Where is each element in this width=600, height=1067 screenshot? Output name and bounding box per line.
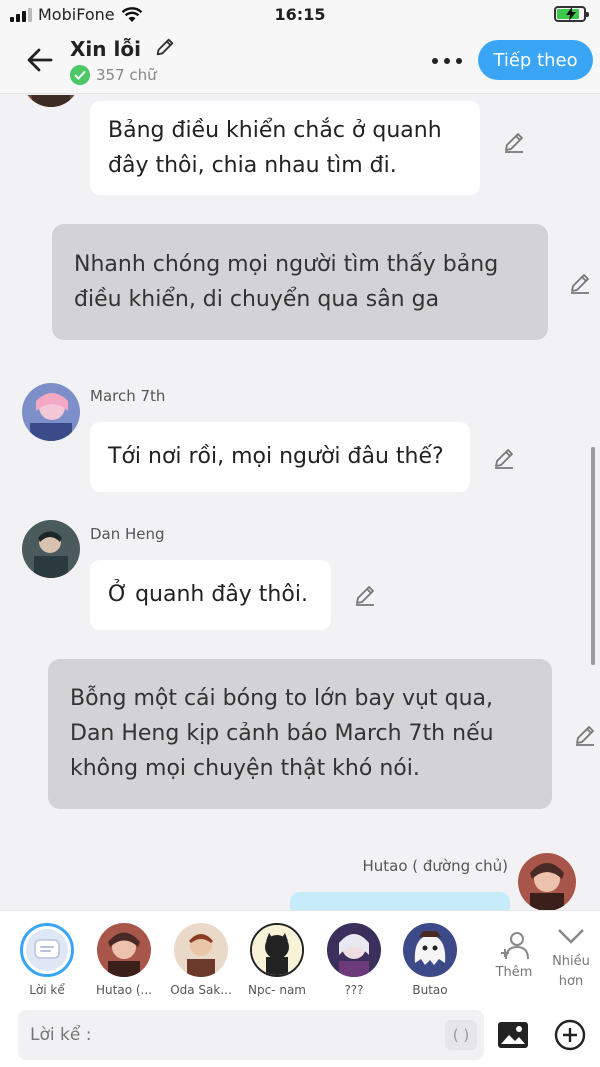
edit-message-icon[interactable] xyxy=(353,583,377,607)
message-bubble[interactable]: Bảng điều khiển chắc ở quanh đây thôi, c… xyxy=(90,101,480,195)
avatar-top[interactable] xyxy=(22,95,80,107)
avatar-hutao[interactable] xyxy=(518,853,576,910)
edit-message-icon[interactable] xyxy=(502,130,526,154)
avatar xyxy=(327,923,381,977)
edit-message-icon[interactable] xyxy=(492,446,516,470)
edit-message-icon[interactable] xyxy=(568,271,592,295)
input-bar: ( ) xyxy=(0,1002,600,1067)
avatar xyxy=(174,923,228,977)
character-label: Npc- nam xyxy=(248,983,306,997)
message-bubble[interactable]: Tới nơi rồi, mọi người đâu thế? xyxy=(90,422,470,492)
edit-message-icon[interactable] xyxy=(573,723,597,747)
character-unknown[interactable]: ??? xyxy=(314,923,394,997)
avatar-march-7th[interactable] xyxy=(22,383,80,441)
character-npc-nam[interactable]: Npc- nam xyxy=(237,923,317,997)
narration-line: Dan Heng kịp cảnh báo March 7th nếu xyxy=(70,721,494,746)
message-bubble-partial[interactable] xyxy=(290,892,510,910)
narration-line: Nhanh chóng mọi người tìm thấy bảng xyxy=(74,252,499,277)
avatar xyxy=(250,923,304,977)
status-bar: MobiFone 16:15 xyxy=(0,0,600,30)
message-input[interactable] xyxy=(18,1010,484,1060)
message-line: Tới nơi rồi, mọi người đâu thế? xyxy=(108,444,444,469)
add-character-button[interactable]: Thêm xyxy=(484,929,544,980)
add-icon[interactable] xyxy=(554,1019,586,1051)
back-arrow-icon[interactable] xyxy=(24,44,56,76)
avatar xyxy=(403,923,457,977)
character-label: Oda Sak... xyxy=(170,983,232,997)
speaker-name: Dan Heng xyxy=(90,525,165,543)
avatar xyxy=(97,923,151,977)
word-count-label: 357 chữ xyxy=(96,66,157,84)
word-count: 357 chữ xyxy=(70,65,176,85)
edit-title-icon[interactable] xyxy=(154,36,176,58)
narration-line: Bỗng một cái bóng to lớn bay vụt qua, xyxy=(70,686,493,711)
check-icon xyxy=(70,65,90,85)
next-button[interactable]: Tiếp theo xyxy=(478,40,593,80)
clock: 16:15 xyxy=(274,5,326,24)
more-characters-button[interactable]: Nhiều hơn xyxy=(544,927,598,992)
message-line: Ở quanh đây thôi. xyxy=(108,582,308,607)
narration-bubble[interactable]: Bỗng một cái bóng to lớn bay vụt qua, Da… xyxy=(48,659,552,809)
character-label: Butao xyxy=(412,983,448,997)
chat-area[interactable]: Bảng điều khiển chắc ở quanh đây thôi, c… xyxy=(0,95,600,910)
speaker-name: Hutao ( đường chủ) xyxy=(362,857,508,875)
narrator-icon xyxy=(20,923,74,977)
battery-icon xyxy=(554,6,589,22)
more-label: Nhiều xyxy=(552,954,590,969)
character-label: Lời kể xyxy=(29,983,65,997)
character-label: Hutao (... xyxy=(96,983,152,997)
character-label: ??? xyxy=(344,983,364,997)
add-character-label: Thêm xyxy=(495,965,533,980)
message-line: đây thôi, chia nhau tìm đi. xyxy=(108,153,397,178)
parenthesis-button[interactable]: ( ) xyxy=(445,1020,477,1050)
character-butao[interactable]: Butao xyxy=(390,923,470,997)
image-icon[interactable] xyxy=(497,1021,529,1049)
narration-line: điều khiển, di chuyển qua sân ga xyxy=(74,287,440,312)
character-picker: Lời kể Hutao (... Oda Sak... Npc- nam ??… xyxy=(0,910,600,1002)
character-hutao[interactable]: Hutao (... xyxy=(84,923,164,997)
more-options-icon[interactable] xyxy=(432,58,462,64)
narration-line: không mọi chuyện thật khó nói. xyxy=(70,756,420,781)
chevron-down-icon xyxy=(558,929,584,944)
avatar-dan-heng[interactable] xyxy=(22,520,80,578)
more-label: hơn xyxy=(558,974,584,989)
story-title[interactable]: Xin lỗi xyxy=(70,37,141,61)
message-bubble[interactable]: Ở quanh đây thôi. xyxy=(90,560,331,630)
message-line: Bảng điều khiển chắc ở quanh xyxy=(108,118,442,143)
add-person-icon xyxy=(501,932,529,960)
character-narrator[interactable]: Lời kể xyxy=(7,923,87,997)
speaker-name: March 7th xyxy=(90,387,166,405)
story-header: Xin lỗi 357 chữ Tiếp theo xyxy=(0,30,600,94)
narration-bubble[interactable]: Nhanh chóng mọi người tìm thấy bảng điều… xyxy=(52,224,548,340)
character-oda-sak[interactable]: Oda Sak... xyxy=(161,923,241,997)
scrollbar[interactable] xyxy=(591,447,595,665)
title-block: Xin lỗi 357 chữ xyxy=(70,36,176,85)
